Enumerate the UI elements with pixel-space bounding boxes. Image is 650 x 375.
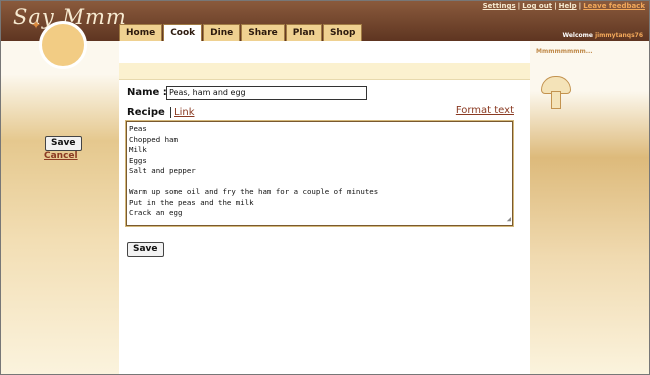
left-panel — [1, 41, 119, 374]
separator: | — [517, 2, 521, 10]
resize-handle-icon[interactable]: ◢ — [507, 214, 511, 225]
format-text-link[interactable]: Format text — [456, 105, 514, 116]
header: Say Mmm Settings | Log out | Help | Leave feed… — [1, 1, 649, 42]
tab-link[interactable]: Link — [174, 107, 194, 118]
separator: | — [578, 2, 582, 10]
welcome-text: Welcome jimmytanqs76 — [562, 32, 643, 39]
name-input[interactable]: Peas, ham and egg — [166, 86, 367, 100]
save-button-left[interactable]: Save — [45, 136, 82, 151]
tab-recipe[interactable]: Recipe — [127, 107, 171, 118]
help-link[interactable]: Help — [559, 2, 577, 10]
tab-shop[interactable]: Shop — [322, 24, 363, 42]
save-button[interactable]: Save — [127, 242, 164, 257]
leave-feedback-link[interactable]: Leave feedback — [583, 2, 645, 10]
browser-frame: Say Mmm Settings | Log out | Help | Leave feed… — [0, 0, 650, 375]
tab-dine[interactable]: Dine — [203, 24, 241, 42]
main-content: Name : Peas, ham and egg Recipe Link For… — [119, 41, 530, 374]
fork-icon: ✦ — [31, 18, 42, 32]
recipe-text: Peas Chopped ham Milk Eggs Salt and pepp… — [129, 124, 379, 217]
settings-link[interactable]: Settings — [483, 2, 516, 10]
left-actions: Save — [45, 130, 82, 151]
top-links: Settings | Log out | Help | Leave feedback — [483, 2, 645, 10]
content-header-bar — [119, 63, 530, 80]
main-tabs: Home Cook Dine Share Plan Shop — [119, 24, 363, 42]
tab-home[interactable]: Home — [119, 24, 163, 42]
logout-link[interactable]: Log out — [522, 2, 552, 10]
recipe-textarea[interactable]: Peas Chopped ham Milk Eggs Salt and pepp… — [125, 120, 514, 227]
tab-share[interactable]: Share — [241, 24, 285, 42]
mushroom-stem-icon — [551, 91, 561, 109]
tab-plan[interactable]: Plan — [285, 24, 322, 42]
name-label: Name : — [127, 87, 167, 98]
cancel-link[interactable]: Cancel — [44, 151, 78, 161]
plate-icon — [39, 21, 87, 69]
username[interactable]: jimmytanqs76 — [595, 32, 643, 39]
bottom-actions: Save — [127, 236, 164, 257]
separator: | — [554, 2, 557, 10]
tab-cook[interactable]: Cook — [163, 24, 203, 42]
mmm-text: Mmmmmmmm... — [536, 48, 593, 55]
welcome-label: Welcome — [562, 32, 593, 39]
